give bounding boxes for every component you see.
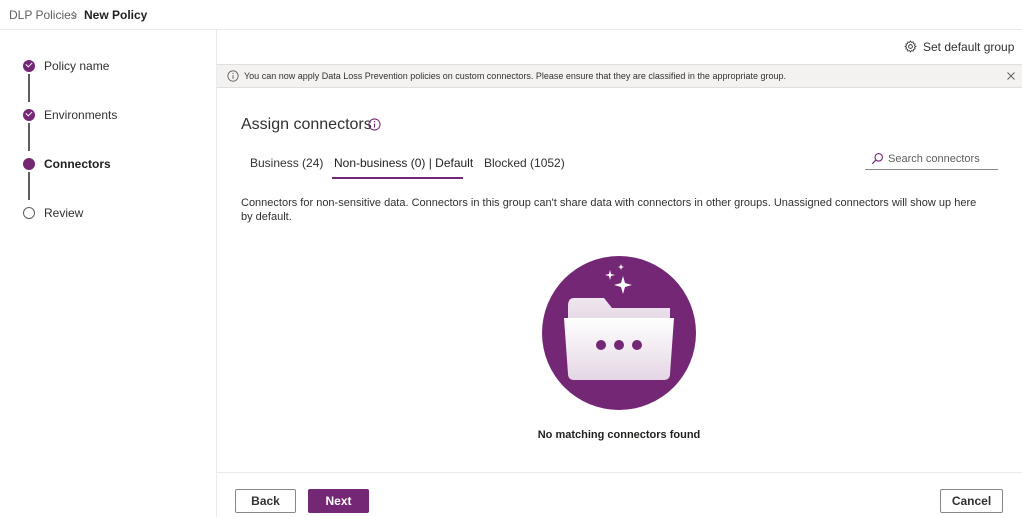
info-icon: [227, 70, 239, 82]
info-icon[interactable]: [368, 118, 381, 131]
next-button[interactable]: Next: [308, 489, 369, 513]
tab-non-business[interactable]: Non-business (0) | Default: [334, 156, 473, 170]
step-label: Connectors: [44, 157, 111, 171]
tab-blocked[interactable]: Blocked (1052): [484, 156, 565, 170]
step-environments[interactable]: Environments: [0, 107, 217, 131]
command-bar: Set default group: [217, 30, 1022, 64]
current-step-dot-icon: [23, 158, 35, 170]
folder-illustration: [542, 256, 696, 410]
check-circle-icon: [23, 60, 35, 72]
search-input[interactable]: [888, 150, 996, 168]
info-message-bar: You can now apply Data Loss Prevention p…: [217, 64, 1022, 88]
gear-icon[interactable]: [904, 40, 917, 53]
step-label: Environments: [44, 108, 118, 122]
top-bar: DLP Policies New Policy: [0, 0, 1022, 30]
breadcrumb-new-policy: New Policy: [84, 8, 148, 22]
selected-tab-indicator: [332, 177, 463, 179]
breadcrumb-dlp-policies[interactable]: DLP Policies: [9, 8, 77, 22]
cancel-button[interactable]: Cancel: [940, 489, 1003, 513]
back-button[interactable]: Back: [235, 489, 296, 513]
search-icon: [871, 153, 883, 165]
set-default-group-button[interactable]: Set default group: [923, 40, 1014, 54]
step-review[interactable]: Review: [0, 205, 217, 229]
tab-business[interactable]: Business (24): [250, 156, 323, 170]
step-label: Policy name: [44, 59, 110, 73]
step-label: Review: [44, 206, 84, 220]
footer-bar: Back Next Cancel: [217, 472, 1022, 517]
info-message-text: You can now apply Data Loss Prevention p…: [244, 71, 786, 81]
search-box[interactable]: [865, 148, 998, 170]
step-connectors[interactable]: Connectors: [0, 156, 217, 180]
check-circle-icon: [23, 109, 35, 121]
step-policy-name[interactable]: Policy name: [0, 58, 217, 82]
step-sidebar: Policy name Environments Connectors Revi…: [0, 30, 217, 517]
tab-description: Connectors for non-sensitive data. Conne…: [241, 197, 977, 223]
close-icon[interactable]: [1005, 70, 1017, 82]
empty-state-message: No matching connectors found: [537, 429, 701, 441]
page-title: Assign connectors: [241, 116, 372, 133]
empty-circle-icon: [23, 207, 35, 219]
